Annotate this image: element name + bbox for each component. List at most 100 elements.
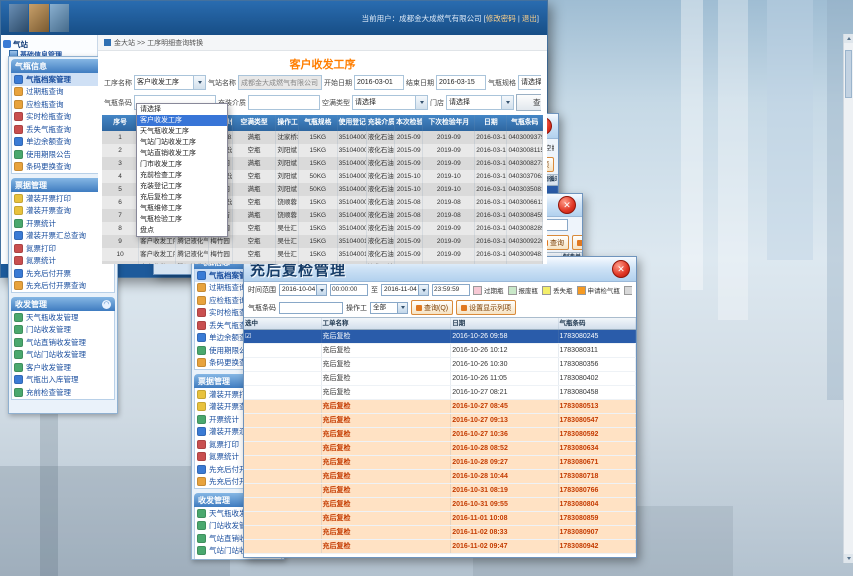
sidebar-item-icon (14, 100, 23, 109)
barcode-input[interactable] (279, 302, 343, 314)
end-date-input[interactable]: 2016-03-15 (436, 75, 486, 90)
legend-checkbox[interactable]: 申请检气瓶 (577, 285, 621, 295)
dropdown-option[interactable]: 充前检查工序 (137, 170, 227, 181)
cell: 1783080245 (559, 330, 637, 343)
table-row[interactable]: 充后复检2016-11-02 09:471783080942 (244, 540, 636, 554)
column-header[interactable]: 操作工 (276, 115, 299, 131)
sidebar-item[interactable]: 先充后付开票 (12, 267, 114, 280)
table-row[interactable]: ☑充后复检2016-10-26 09:581783080245 (244, 330, 636, 344)
dropdown-option[interactable]: 客户收发工序 (137, 115, 227, 126)
cell: 梅竹园 (209, 248, 233, 261)
close-icon[interactable]: ✕ (612, 260, 630, 278)
column-header[interactable]: 充装介质 (367, 115, 395, 131)
query-button[interactable]: 查询(Q) (411, 300, 453, 315)
column-header[interactable]: 气瓶条码 (559, 318, 637, 329)
cell: 6 (102, 196, 139, 209)
table-row[interactable]: 充后复检2016-11-01 10:081783080859 (244, 512, 636, 526)
table-row[interactable]: 充后复检2016-10-26 10:301783080356 (244, 358, 636, 372)
column-header[interactable]: 空满类型 (233, 115, 277, 131)
dropdown-option[interactable]: 门市收发工序 (137, 159, 227, 170)
set-columns-button[interactable]: 设置显示列项 (572, 235, 582, 250)
end-time-input[interactable]: 23:59:59 (432, 284, 470, 296)
set-columns-button[interactable]: 设置显示列项 (456, 300, 516, 315)
tree-root[interactable]: 气站 (3, 39, 95, 50)
end-date-select[interactable]: 2016-11-04 (381, 284, 429, 296)
sidebar-item[interactable]: 先充后付开票查询 (12, 280, 114, 293)
column-header[interactable]: 本次检验年月 (395, 115, 423, 131)
legend-checkbox[interactable]: 过期瓶 (473, 285, 504, 295)
background-tower (681, 0, 703, 290)
column-header[interactable]: 使用登记代码 (338, 115, 367, 131)
start-date-input[interactable]: 2016-03-01 (354, 75, 404, 90)
query-button[interactable]: 查询 (516, 94, 541, 111)
medium-input[interactable] (248, 95, 320, 110)
sidebar-item[interactable]: 充前检查管理 (12, 386, 114, 399)
sidebar-item-icon (197, 534, 206, 543)
sidebar-item[interactable]: 气站直销收发管理 (12, 336, 114, 349)
table-row[interactable]: 充后复检2016-10-27 09:131783080547 (244, 414, 636, 428)
cell: 吴仕汇 (276, 248, 299, 261)
dropdown-option[interactable]: 天气瓶收发工序 (137, 126, 227, 137)
sidebar-item-icon (14, 388, 23, 397)
table-row[interactable]: 10客户收发工序腾记液化气配送点梅竹园空瓶吴仕汇15KG351040013365… (102, 248, 543, 261)
dropdown-option[interactable]: 气瓶维修工序 (137, 203, 227, 214)
sidebar-item[interactable]: 天气瓶收发管理 (12, 311, 114, 324)
table-row[interactable]: 充后复检2016-10-28 09:271783080671 (244, 456, 636, 470)
table-row[interactable]: 充后复检2016-10-28 10:441783080718 (244, 470, 636, 484)
table-row[interactable]: 充后复检2016-10-28 08:521783080634 (244, 442, 636, 456)
table-row[interactable]: 充后复检2016-10-26 10:121783080311 (244, 344, 636, 358)
dropdown-option[interactable]: 气站直销收发工序 (137, 148, 227, 159)
column-header[interactable]: 序号 (102, 115, 139, 131)
empty-full-select[interactable]: 请选择 (352, 95, 428, 110)
column-header[interactable]: 气瓶条码 (507, 115, 543, 131)
dropdown-option[interactable]: 充后复检工序 (137, 192, 227, 203)
column-header[interactable]: 气瓶规格 (299, 115, 338, 131)
sidebar-item[interactable]: 气站门站收发管理 (12, 349, 114, 362)
cell: 液化石油气 (367, 183, 395, 196)
sidebar-item-label: 客户收发管理 (26, 362, 71, 373)
start-date-select[interactable]: 2016-10-04 (279, 284, 327, 296)
table-row[interactable]: 11客户收发工序腾记液化气配送点梅竹园空瓶吴仕汇15KG351040002550… (102, 261, 543, 264)
collapse-icon[interactable]: ◠ (102, 300, 111, 309)
legend-checkbox[interactable]: 报废瓶 (508, 285, 539, 295)
sidebar-item-icon (14, 325, 23, 334)
cell: 充后复检 (322, 414, 452, 427)
table-row[interactable]: 充后复检2016-11-02 08:331783080907 (244, 526, 636, 540)
change-password-link[interactable]: 修改密码 (486, 14, 516, 23)
operator-select[interactable]: 全部 (370, 302, 408, 314)
column-header[interactable]: 工单名称 (322, 318, 452, 329)
table-row[interactable]: 充后复检2016-10-27 10:361783080592 (244, 428, 636, 442)
sidebar-item[interactable]: 客户收发管理 (12, 361, 114, 374)
table-row[interactable]: 充后复检2016-10-27 08:211783080458 (244, 386, 636, 400)
sidebar-item[interactable]: 门站收发管理 (12, 324, 114, 337)
recheck-grid: 选中工单名称日期气瓶条码 ☑充后复检2016-10-26 09:58178308… (244, 317, 636, 554)
column-header[interactable]: 选中 (244, 318, 322, 329)
logout-link[interactable]: 退出 (522, 14, 537, 23)
dropdown-option[interactable]: 充装登记工序 (137, 181, 227, 192)
sidebar-section-header[interactable]: 收发管理 ◠ (11, 297, 115, 311)
cell: 0403008289 (507, 222, 543, 235)
cell: 吴仕汇 (276, 222, 299, 235)
table-row[interactable]: 充后复检2016-10-31 09:551783080804 (244, 498, 636, 512)
dropdown-option[interactable]: 气瓶检验工序 (137, 214, 227, 225)
column-header[interactable]: 下次检验年月 (423, 115, 475, 131)
table-row[interactable]: 充后复检2016-10-31 08:191783080766 (244, 484, 636, 498)
spec-select[interactable]: 请选择 (518, 75, 541, 90)
dropdown-option[interactable]: 气站门站收发工序 (137, 137, 227, 148)
sidebar-item-icon (14, 219, 23, 228)
legend-checkbox[interactable]: 丢失瓶 (542, 285, 573, 295)
process-select[interactable]: 客户收发工序 (134, 75, 206, 90)
start-time-input[interactable]: 00:00:00 (330, 284, 368, 296)
cell: 2016-03-15 14:00:57 (475, 235, 507, 248)
table-row[interactable]: 充后复检2016-10-27 08:451783080513 (244, 400, 636, 414)
sidebar-item-label: 应检瓶查询 (209, 295, 247, 306)
dropdown-option[interactable]: 盘点 (137, 225, 227, 236)
legend-checkbox[interactable]: 重瓶出库 (624, 285, 632, 295)
sidebar-item[interactable]: 气瓶出入库管理 (12, 374, 114, 387)
column-header[interactable]: 日期 (475, 115, 507, 131)
table-row[interactable]: 充后复检2016-10-26 11:051783080402 (244, 372, 636, 386)
store-select[interactable]: 请选择 (446, 95, 514, 110)
close-icon[interactable]: ✕ (558, 196, 576, 214)
dropdown-option[interactable]: 请选择 (137, 104, 227, 115)
column-header[interactable]: 日期 (451, 318, 558, 329)
